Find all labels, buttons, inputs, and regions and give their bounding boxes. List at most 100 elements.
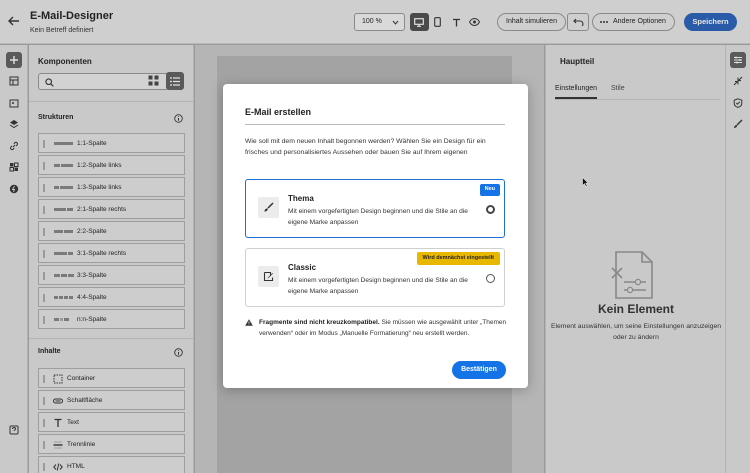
option-radio-theme[interactable] [486, 205, 495, 214]
structure-label: 1:3-Spalte links [77, 184, 122, 191]
help-icon[interactable] [6, 422, 22, 438]
content-label: Schaltfläche [67, 397, 103, 404]
content-item[interactable]: Container [38, 368, 185, 388]
assets-icon[interactable] [6, 95, 22, 111]
preview-eye-icon[interactable] [466, 13, 485, 31]
list-view-icon[interactable] [166, 72, 184, 90]
undo-button[interactable] [567, 13, 589, 31]
drag-handle-icon[interactable] [43, 272, 46, 280]
column-layout-icon [54, 274, 74, 277]
layout-icon[interactable] [6, 73, 22, 89]
confirm-button[interactable]: Bestätigen [452, 361, 506, 379]
structure-item[interactable]: 3:3-Spalte [38, 265, 185, 285]
structure-item[interactable]: 1:3-Spalte links [38, 177, 185, 197]
right-tool-rail [725, 45, 750, 473]
drag-handle-icon[interactable] [43, 140, 46, 148]
drag-handle-icon[interactable] [43, 228, 46, 236]
no-element-illustration [610, 250, 656, 300]
drag-handle-icon[interactable] [43, 184, 46, 192]
column-layout-icon [54, 164, 73, 167]
zoom-select[interactable]: 100 % [354, 13, 405, 31]
option-radio-classic[interactable] [486, 274, 495, 283]
drag-handle-icon[interactable] [43, 162, 46, 170]
warning-bold-text: Fragmente sind nicht kreuzkompatibel. [259, 319, 380, 326]
link-icon[interactable] [6, 138, 22, 154]
mobile-view-icon[interactable] [429, 13, 448, 31]
grid-view-icon[interactable] [148, 75, 159, 86]
compatibility-warning: Fragmente sind nicht kreuzkompatibel. Si… [245, 318, 513, 339]
dialog-title: E-Mail erstellen [245, 107, 312, 117]
structure-item[interactable]: 1:1-Spalte [38, 133, 185, 153]
drag-handle-icon[interactable] [43, 375, 46, 383]
simulate-content-button[interactable]: Inhalt simulieren [497, 13, 566, 31]
column-layout-icon [54, 318, 69, 321]
option-card-classic[interactable]: Classic Mit einem vorgefertigten Design … [245, 248, 505, 307]
container-icon [53, 374, 63, 384]
structures-header: Strukturen [38, 114, 74, 121]
info-icon[interactable] [174, 114, 183, 123]
divider [29, 338, 193, 339]
tab-styles[interactable]: Stile [611, 85, 625, 92]
structure-item[interactable]: 1:2-Spalte links [38, 155, 185, 175]
add-icon[interactable] [6, 52, 22, 68]
column-layout-icon [54, 252, 73, 255]
structure-label: n:n-Spalte [77, 316, 107, 323]
fragments-icon[interactable] [6, 159, 22, 175]
content-item[interactable]: HTML [38, 456, 185, 473]
more-options-label: Andere Optionen [613, 18, 666, 25]
content-item[interactable]: Trennlinie [38, 434, 185, 454]
back-arrow-icon[interactable] [6, 13, 22, 29]
text-icon [53, 418, 63, 428]
accessibility-check-icon[interactable] [730, 95, 746, 111]
structure-label: 1:2-Spalte links [77, 162, 122, 169]
drag-handle-icon[interactable] [43, 463, 46, 471]
drag-handle-icon[interactable] [43, 250, 46, 258]
tab-settings[interactable]: Einstellungen [555, 85, 598, 99]
content-item[interactable]: Schaltfläche [38, 390, 185, 410]
drag-handle-icon[interactable] [43, 397, 46, 405]
more-dots-icon [599, 17, 609, 27]
layers-icon[interactable] [6, 116, 22, 132]
text-view-icon[interactable] [447, 13, 466, 31]
column-layout-icon [54, 296, 73, 299]
info-icon[interactable] [174, 348, 183, 357]
structure-label: 1:1-Spalte [77, 140, 107, 147]
desktop-view-icon[interactable] [410, 13, 429, 31]
components-title: Komponenten [38, 57, 92, 66]
content-item[interactable]: Text [38, 412, 185, 432]
structure-label: 4:4-Spalte [77, 294, 107, 301]
brush-icon[interactable] [730, 116, 746, 132]
drag-handle-icon[interactable] [43, 316, 46, 324]
drag-handle-icon[interactable] [43, 419, 46, 427]
structure-item[interactable]: 4:4-Spalte [38, 287, 185, 307]
column-layout-icon [54, 208, 73, 211]
column-layout-icon [54, 186, 73, 189]
tab-divider [555, 99, 720, 100]
divider [29, 101, 193, 102]
drag-handle-icon[interactable] [43, 206, 46, 214]
personalization-icon[interactable] [6, 181, 22, 197]
empty-state-text: Element auswählen, um seine Einstellunge… [550, 323, 722, 341]
zoom-value: 100 % [362, 18, 382, 25]
collapse-expand-icon[interactable] [730, 73, 746, 89]
structure-item[interactable]: n:n-Spalte [38, 309, 185, 329]
drag-handle-icon[interactable] [43, 294, 46, 302]
more-options-button[interactable]: Andere Optionen [592, 13, 675, 31]
button-icon [53, 396, 63, 406]
structure-item[interactable]: 2:1-Spalte rechts [38, 199, 185, 219]
chevron-down-icon [392, 19, 399, 26]
components-panel: Komponenten Strukturen 1:1-Spalte 1:2-Sp… [29, 45, 194, 473]
drag-handle-icon[interactable] [43, 441, 46, 449]
mouse-cursor-icon [582, 177, 589, 187]
structure-item[interactable]: 2:2-Spalte [38, 221, 185, 241]
divider-icon [53, 440, 63, 450]
properties-sliders-icon[interactable] [730, 52, 746, 68]
contents-header: Inhalte [38, 348, 61, 355]
brush-icon [258, 197, 279, 218]
option-card-theme[interactable]: Thema Mit einem vorgefertigten Design be… [245, 179, 505, 238]
option-title: Classic [288, 263, 317, 272]
warning-icon [245, 319, 253, 326]
dialog-divider [245, 124, 505, 125]
save-button[interactable]: Speichern [684, 13, 737, 31]
structure-item[interactable]: 3:1-Spalte rechts [38, 243, 185, 263]
